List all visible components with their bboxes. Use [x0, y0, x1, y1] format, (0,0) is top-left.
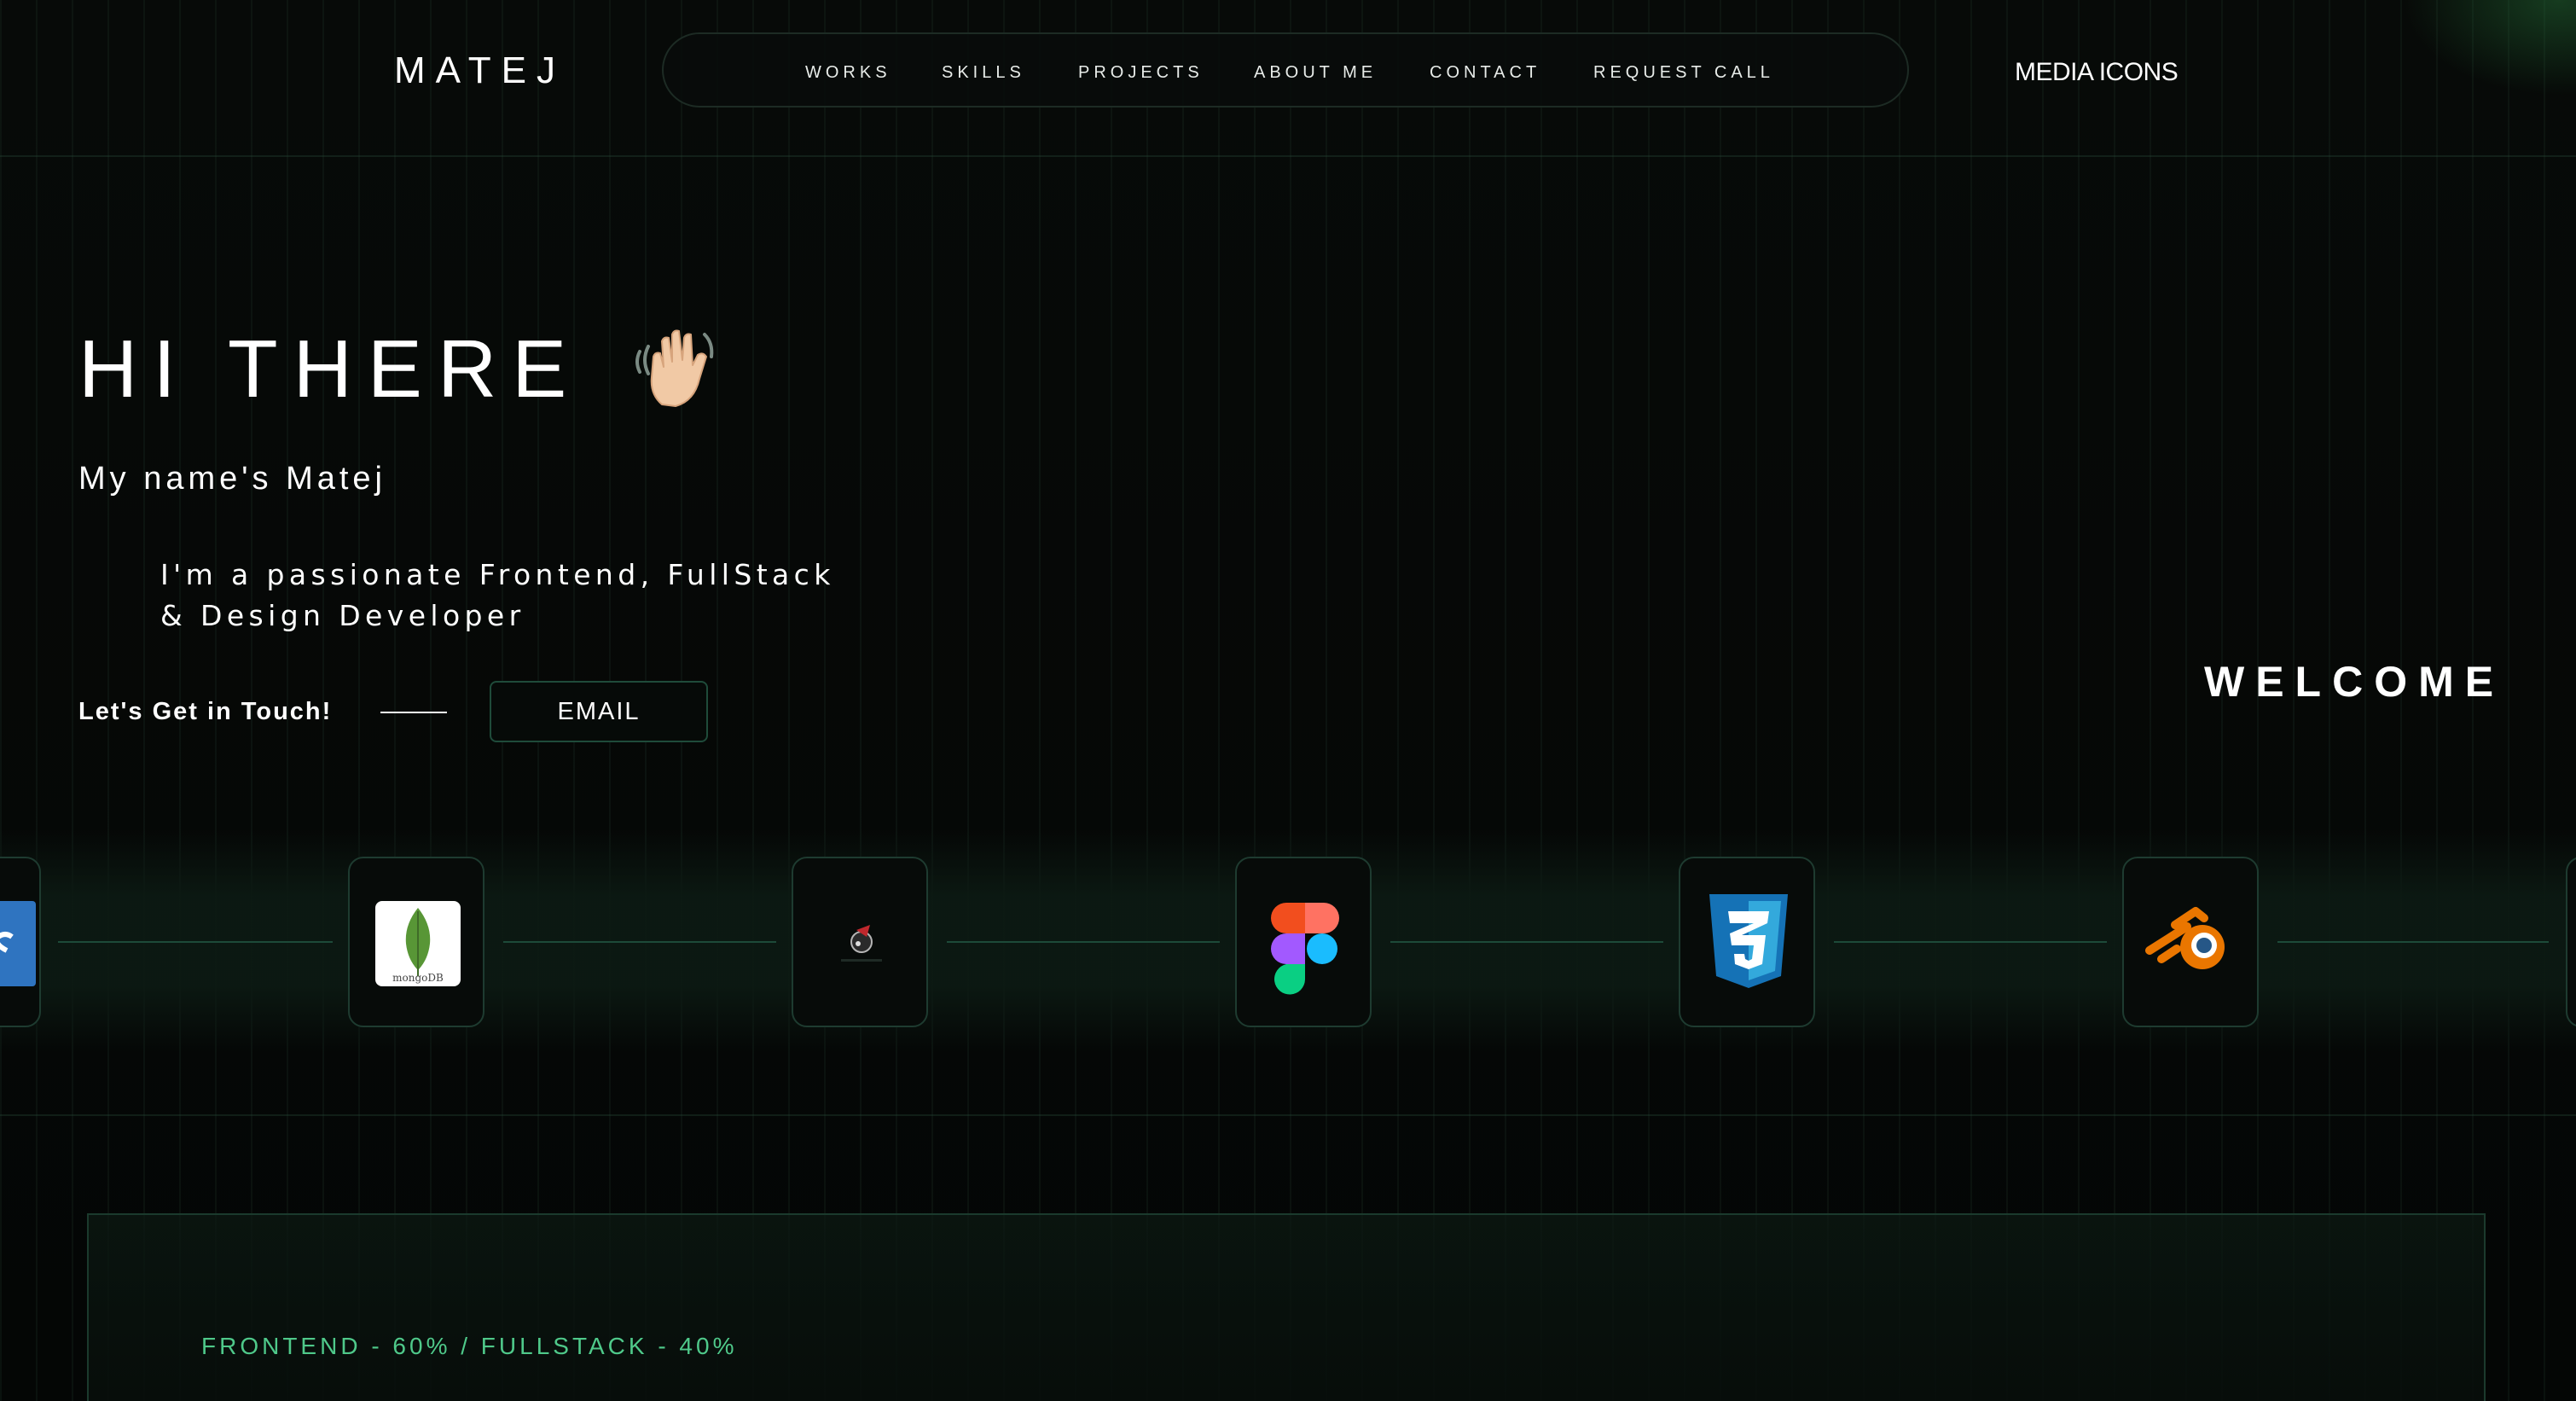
tech-card[interactable] — [792, 857, 928, 1027]
nav-item-projects[interactable]: PROJECTS — [1078, 63, 1204, 83]
tech-card[interactable] — [1235, 857, 1372, 1027]
carousel-connector — [1834, 941, 2107, 943]
carousel-connector — [947, 941, 1220, 943]
carousel-connector — [58, 941, 333, 943]
nav-item-request-call[interactable]: REQUEST CALL — [1593, 63, 1774, 83]
hero-description-line: & Design Developer — [160, 599, 525, 632]
carousel-connector — [2277, 941, 2549, 943]
carousel-connector — [1390, 941, 1663, 943]
site-logo[interactable]: MATEJ — [394, 49, 566, 92]
portfolio-page: MATEJ WORKS SKILLS PROJECTS ABOUT ME CON… — [0, 0, 2576, 1401]
nav-item-contact[interactable]: CONTACT — [1430, 63, 1540, 83]
waving-hand-icon — [635, 329, 714, 407]
mongodb-icon: mongoDB — [375, 901, 461, 986]
grid-divider — [0, 1114, 2576, 1116]
carousel-connector — [503, 941, 776, 943]
media-icons-link[interactable]: MEDIA ICONS — [2015, 58, 2179, 87]
mongodb-caption: mongoDB — [392, 972, 444, 984]
css3-icon — [1709, 894, 1788, 988]
nav-item-works[interactable]: WORKS — [805, 63, 891, 83]
tech-card[interactable] — [2566, 857, 2576, 1027]
tech-card[interactable] — [1679, 857, 1815, 1027]
get-in-touch-label: Let's Get in Touch! — [78, 698, 333, 725]
tech-card[interactable] — [2122, 857, 2259, 1027]
welcome-heading: WELCOME — [2204, 658, 2505, 706]
nav-item-skills[interactable]: SKILLS — [942, 63, 1025, 83]
hero-name: My name's Matej — [78, 461, 387, 497]
cypress-icon — [841, 925, 882, 962]
skills-split-label: FRONTEND - 60% / FULLSTACK - 40% — [201, 1333, 738, 1359]
grid-divider — [0, 155, 2576, 157]
blender-icon — [2145, 907, 2225, 969]
skills-panel — [87, 1213, 2486, 1401]
figma-icon — [1271, 903, 1339, 995]
typescript-icon — [0, 901, 36, 986]
hero-description-line: I'm a passionate Frontend, FullStack — [160, 558, 835, 591]
hero-title: HI THERE — [78, 323, 583, 415]
main-nav: WORKS SKILLS PROJECTS ABOUT ME CONTACT R… — [662, 32, 1909, 108]
tech-card[interactable] — [0, 857, 41, 1027]
nav-item-about-me[interactable]: ABOUT ME — [1254, 63, 1377, 83]
hero-description: I'm a passionate Frontend, FullStack & D… — [160, 555, 835, 637]
touch-divider — [380, 712, 447, 713]
email-button[interactable]: EMAIL — [490, 681, 708, 742]
tech-card[interactable]: mongoDB — [348, 857, 484, 1027]
